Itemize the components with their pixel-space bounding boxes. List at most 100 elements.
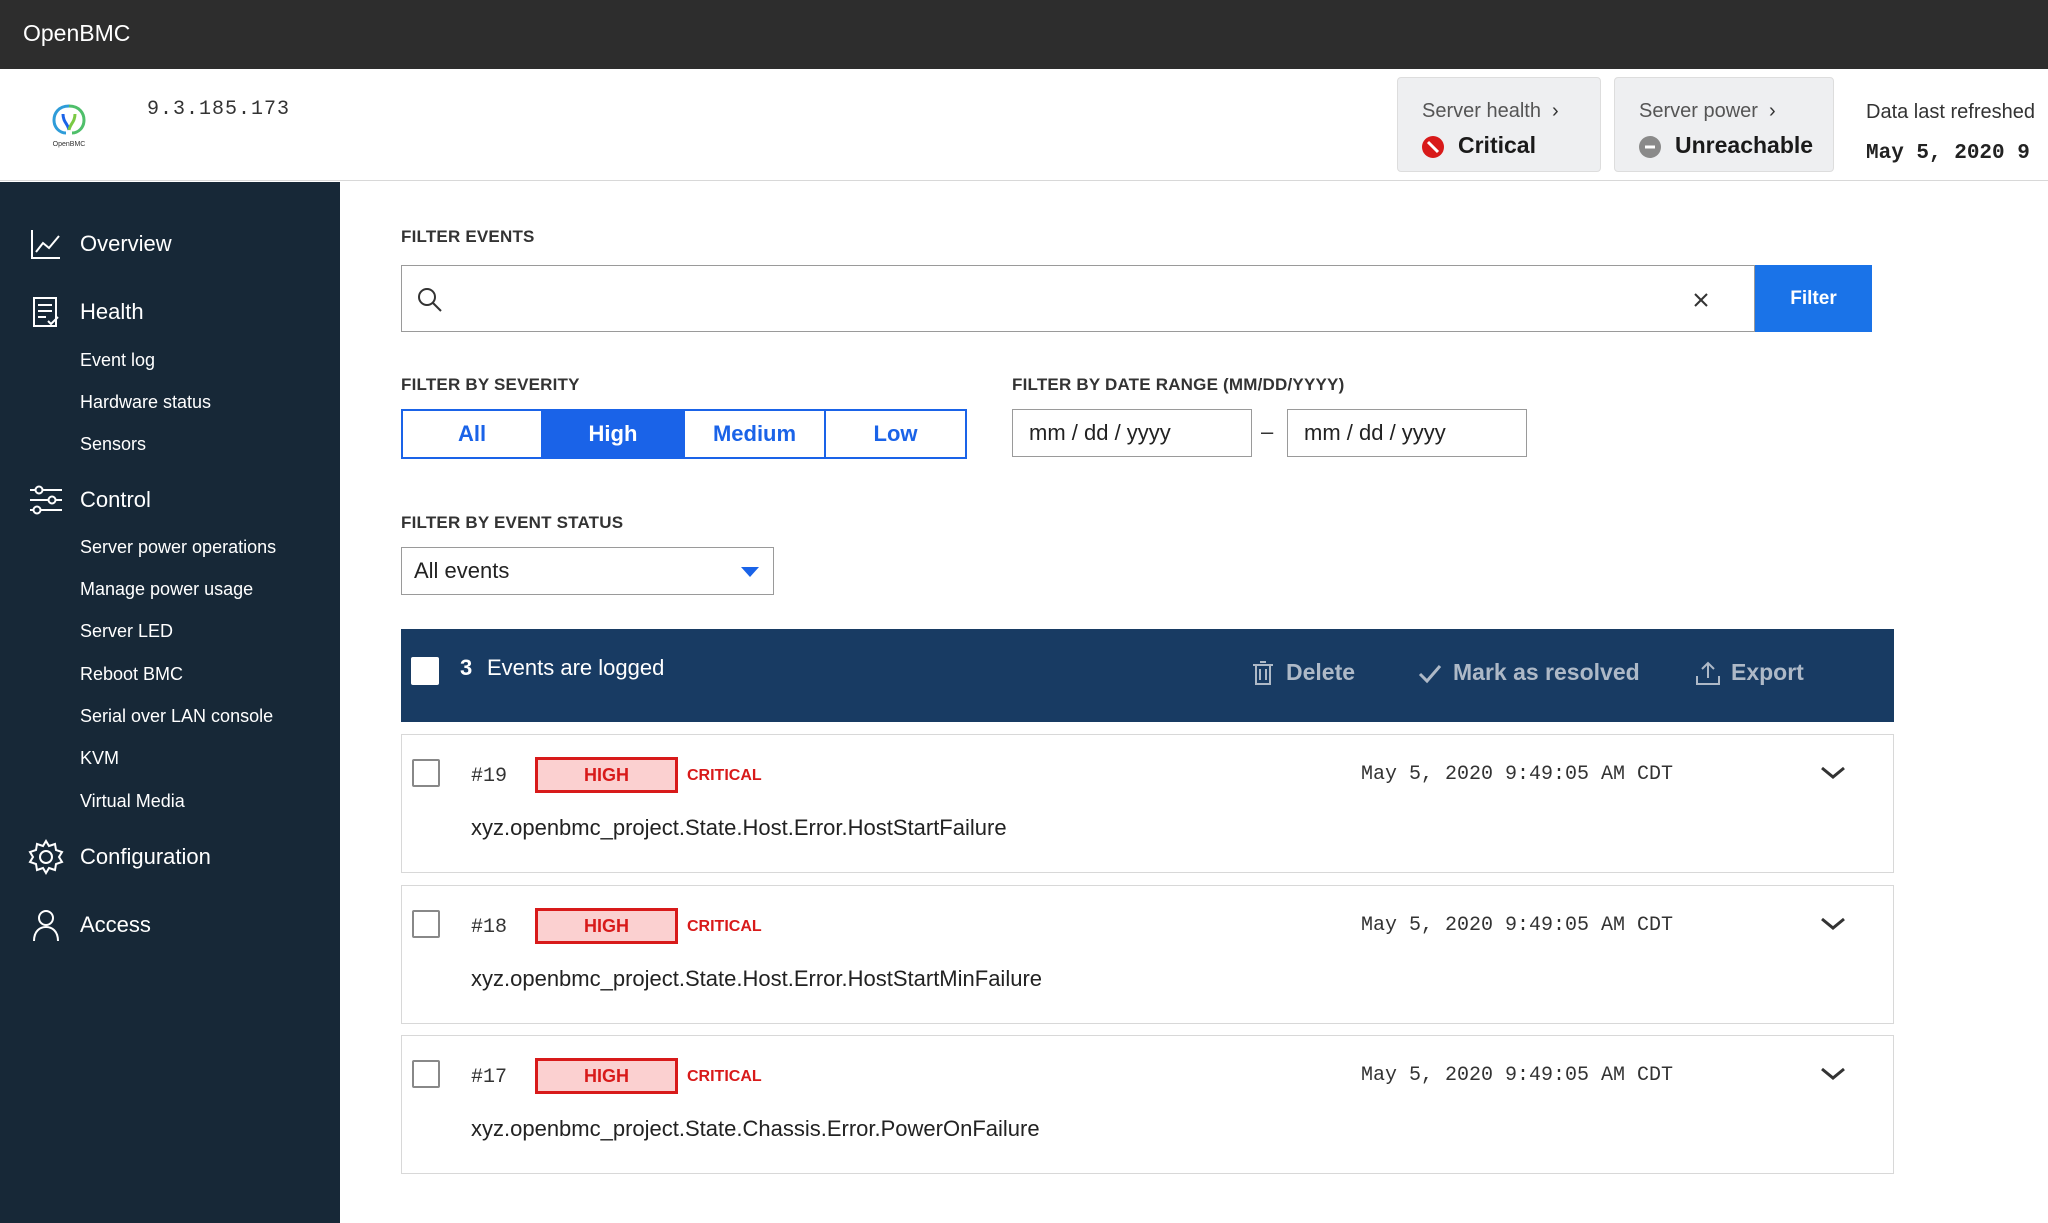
table-toolbar: 3 Events are logged Delete Mark as resol…: [401, 629, 1894, 722]
sidebar-item-serial-over-lan[interactable]: Serial over LAN console: [80, 706, 273, 727]
chevron-down-icon[interactable]: [1820, 1066, 1846, 1082]
severity-badge: HIGH: [535, 1058, 678, 1094]
event-timestamp: May 5, 2020 9:49:05 AM CDT: [1361, 1064, 1674, 1087]
event-status-select[interactable]: All events: [401, 547, 774, 595]
event-count-text: Events are logged: [487, 655, 665, 680]
sidebar-item-overview[interactable]: Overview: [28, 224, 172, 264]
search-icon: [418, 288, 442, 312]
bmc-ip-address: 9.3.185.173: [147, 98, 291, 121]
severity-button-group: All High Medium Low: [401, 409, 967, 459]
filter-event-status-label: FILTER BY EVENT STATUS: [401, 513, 624, 532]
sidebar-item-health[interactable]: Health: [28, 292, 144, 332]
clear-search-icon[interactable]: [1692, 291, 1710, 309]
filter-button[interactable]: Filter: [1755, 265, 1872, 332]
search-input[interactable]: [458, 266, 1662, 333]
filter-date-range-label: FILTER BY DATE RANGE (MM/DD/YYYY): [1012, 375, 1345, 394]
checkmark-icon: [1418, 664, 1442, 683]
date-range-separator: –: [1261, 419, 1274, 444]
sidebar-item-configuration[interactable]: Configuration: [28, 837, 211, 877]
data-refresh-value: May 5, 2020 9: [1866, 142, 2030, 165]
event-status-text: CRITICAL: [687, 918, 762, 935]
caret-down-icon: [741, 567, 759, 577]
sidebar-item-kvm[interactable]: KVM: [80, 748, 119, 769]
data-refresh-label: Data last refreshed: [1866, 101, 2035, 123]
critical-status-icon: [1422, 136, 1444, 158]
sidebar-item-control[interactable]: Control: [28, 480, 151, 520]
event-count: 3: [460, 655, 473, 680]
brand-title: OpenBMC: [23, 20, 131, 46]
sidebar-item-event-log[interactable]: Event log: [80, 350, 155, 371]
mark-resolved-label: Mark as resolved: [1453, 659, 1640, 685]
upload-icon: [1696, 661, 1720, 685]
event-message: xyz.openbmc_project.State.Chassis.Error.…: [471, 1116, 1040, 1141]
event-row: #19 HIGH CRITICAL May 5, 2020 9:49:05 AM…: [401, 734, 1894, 873]
sidebar-item-access[interactable]: Access: [28, 905, 151, 945]
filter-severity-label: FILTER BY SEVERITY: [401, 375, 580, 394]
sidebar-item-server-led[interactable]: Server LED: [80, 621, 173, 642]
server-power-label: Server power: [1639, 100, 1758, 122]
event-timestamp: May 5, 2020 9:49:05 AM CDT: [1361, 763, 1674, 786]
event-row-checkbox[interactable]: [412, 759, 440, 787]
event-row-checkbox[interactable]: [412, 910, 440, 938]
event-row: #18 HIGH CRITICAL May 5, 2020 9:49:05 AM…: [401, 885, 1894, 1024]
mark-resolved-button[interactable]: Mark as resolved: [1417, 659, 1640, 686]
event-row-checkbox[interactable]: [412, 1060, 440, 1088]
server-health-label: Server health: [1422, 100, 1541, 122]
event-id: #18: [471, 916, 508, 939]
event-status-value: All events: [414, 558, 510, 583]
sidebar-item-label: Control: [80, 487, 151, 512]
top-bar: [0, 0, 2048, 69]
filter-events-label: FILTER EVENTS: [401, 227, 535, 246]
sidebar-item-label: Access: [80, 912, 151, 937]
server-health-value: Critical: [1458, 132, 1536, 158]
sidebar-item-label: Health: [80, 299, 144, 324]
sidebar-item-label: Overview: [80, 231, 172, 256]
chevron-right-icon: ›: [1552, 100, 1559, 122]
openbmc-logo: OpenBMC: [46, 100, 92, 150]
chevron-down-icon[interactable]: [1820, 916, 1846, 932]
sidebar-item-server-power-operations[interactable]: Server power operations: [80, 537, 276, 558]
server-power-value: Unreachable: [1675, 132, 1814, 158]
event-id: #19: [471, 765, 508, 788]
server-health-card[interactable]: Server health › Critical: [1397, 77, 1601, 172]
severity-medium-button[interactable]: Medium: [685, 411, 826, 457]
select-all-checkbox[interactable]: [411, 657, 439, 685]
delete-button[interactable]: Delete: [1250, 659, 1355, 686]
sidebar-item-manage-power-usage[interactable]: Manage power usage: [80, 579, 253, 600]
sidebar: Overview Health Event log Hardware statu…: [0, 182, 340, 1223]
delete-label: Delete: [1286, 659, 1356, 685]
search-box: [401, 265, 1755, 333]
sliders-icon: [30, 485, 62, 515]
date-to-input[interactable]: mm / dd / yyyy: [1287, 409, 1527, 457]
severity-badge: HIGH: [535, 908, 678, 944]
chevron-down-icon[interactable]: [1820, 765, 1846, 781]
event-message: xyz.openbmc_project.State.Host.Error.Hos…: [471, 966, 1043, 991]
event-timestamp: May 5, 2020 9:49:05 AM CDT: [1361, 914, 1674, 937]
sidebar-item-virtual-media[interactable]: Virtual Media: [80, 791, 185, 812]
svg-text:OpenBMC: OpenBMC: [53, 141, 86, 148]
event-row: #17 HIGH CRITICAL May 5, 2020 9:49:05 AM…: [401, 1035, 1894, 1174]
sidebar-item-sensors[interactable]: Sensors: [80, 434, 146, 455]
sidebar-item-label: Configuration: [80, 844, 211, 869]
export-button[interactable]: Export: [1695, 659, 1804, 686]
severity-all-button[interactable]: All: [403, 411, 543, 457]
event-status-text: CRITICAL: [687, 1068, 762, 1085]
severity-high-button[interactable]: High: [543, 411, 685, 457]
clipboard-list-icon: [33, 297, 59, 327]
chart-line-icon: [31, 230, 60, 259]
date-from-input[interactable]: mm / dd / yyyy: [1012, 409, 1252, 457]
event-message: xyz.openbmc_project.State.Host.Error.Hos…: [471, 815, 1007, 840]
server-power-card[interactable]: Server power › Unreachable: [1614, 77, 1834, 172]
chevron-right-icon: ›: [1769, 100, 1776, 122]
user-icon: [33, 910, 59, 942]
trash-icon: [1253, 660, 1273, 685]
event-status-text: CRITICAL: [687, 767, 762, 784]
sidebar-item-reboot-bmc[interactable]: Reboot BMC: [80, 664, 183, 685]
severity-badge: HIGH: [535, 757, 678, 793]
unreachable-status-icon: [1639, 136, 1661, 158]
sidebar-item-hardware-status[interactable]: Hardware status: [80, 392, 211, 413]
event-id: #17: [471, 1066, 508, 1089]
gear-icon: [28, 839, 64, 875]
export-label: Export: [1731, 659, 1804, 685]
severity-low-button[interactable]: Low: [826, 411, 965, 457]
